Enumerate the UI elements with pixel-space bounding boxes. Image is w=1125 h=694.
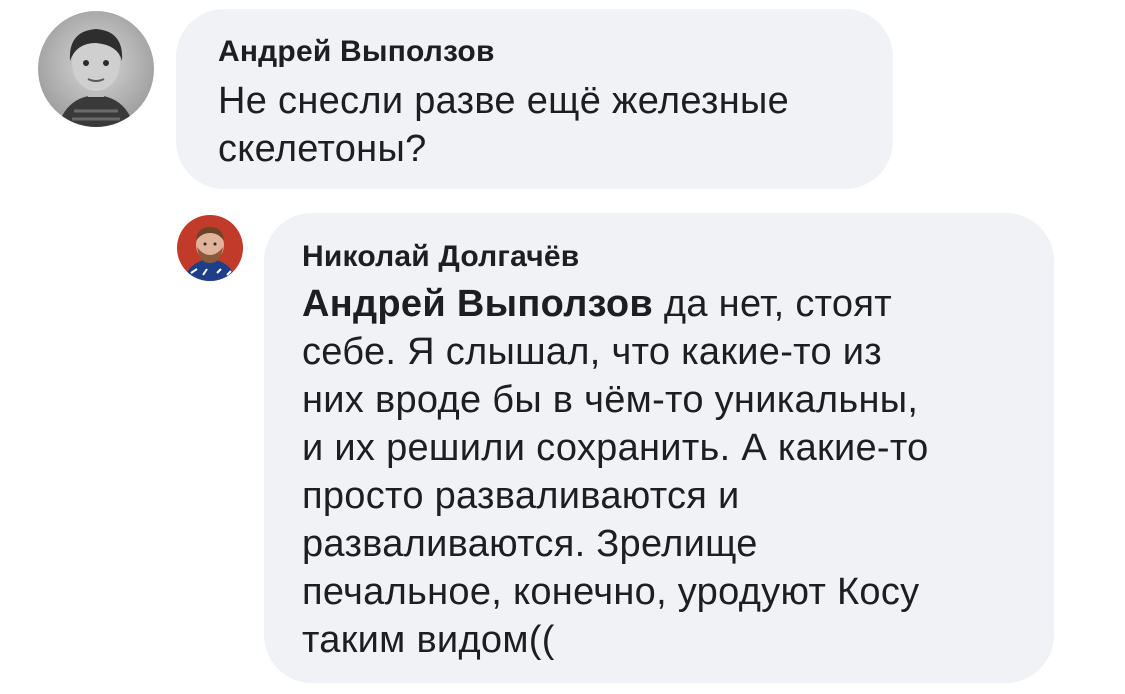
mention-link[interactable]: Андрей Выползов: [302, 283, 653, 325]
comment-text-line: таким видом((: [302, 619, 555, 661]
comment-text-line: Андрей Выползов да нет, стоят: [302, 280, 1014, 328]
reply-bubble: Николай Долгачёв Андрей Выползов да нет,…: [264, 213, 1054, 683]
comment-text-line: просто разваливаются и: [302, 475, 740, 517]
comment-text-line: себе. Я слышал, что какие-то из: [302, 331, 883, 373]
comment-author[interactable]: Андрей Выползов: [218, 35, 853, 69]
comment-text-line: скелетоны?: [218, 128, 427, 170]
user-avatar-icon: [38, 11, 154, 127]
comment-thread: Андрей Выползов Не снесли разве ещё желе…: [0, 0, 1125, 694]
comment-text-line: и их решили сохранить. А какие-то: [302, 427, 929, 469]
comment-text-line: разваливаются. Зрелище: [302, 523, 758, 565]
avatar[interactable]: [38, 11, 154, 127]
comment-text-line: печальное, конечно, уродуют Косу: [302, 571, 920, 613]
user-avatar-icon: [177, 215, 243, 281]
comment-text: Андрей Выползов да нет, стоят себе. Я сл…: [302, 280, 1014, 664]
comment-text-line: Не снесли разве ещё железные: [218, 80, 790, 122]
comment-bubble: Андрей Выползов Не снесли разве ещё желе…: [176, 9, 893, 189]
comment-author[interactable]: Николай Долгачёв: [302, 240, 1014, 274]
comment-text-segment: да нет, стоят: [653, 283, 892, 325]
avatar[interactable]: [177, 215, 243, 281]
comment-text-line: них вроде бы в чём-то уникальны,: [302, 379, 919, 421]
comment-text: Не снесли разве ещё железные скелетоны?: [218, 77, 853, 173]
